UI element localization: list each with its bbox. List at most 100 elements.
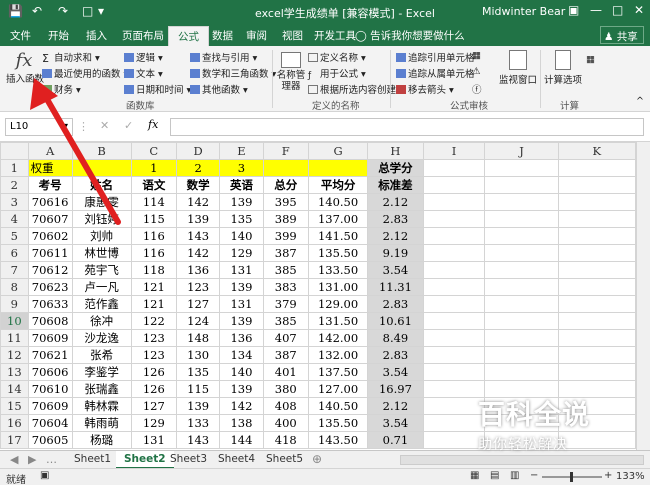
undo-icon[interactable]: ↶ [32,4,42,18]
sheet-tab-3[interactable]: Sheet3 [162,451,215,469]
cell[interactable]: 11.31 [367,278,424,296]
cell[interactable]: 3.54 [367,414,424,432]
cell[interactable]: 70621 [27,346,73,364]
ribbon-display-icon[interactable]: ▣ [568,3,579,17]
page-break-view-icon[interactable]: ▥ [510,470,519,481]
cell[interactable] [484,159,559,177]
cell[interactable]: 126 [130,380,177,398]
cell[interactable]: 139 [219,193,264,211]
cell[interactable]: 395 [262,193,309,211]
column-header[interactable]: C [130,142,177,160]
cell[interactable]: 总学分 [367,159,424,177]
cell[interactable]: 70623 [27,278,73,296]
column-header[interactable]: J [484,142,559,160]
cell[interactable]: 70616 [27,193,73,211]
error-check-icon[interactable]: ⚠ [472,66,481,77]
cell[interactable]: 387 [262,346,309,364]
cell[interactable] [484,227,559,245]
add-sheet-icon[interactable]: ⊕ [312,452,322,466]
row-header[interactable]: 15 [0,397,29,415]
sheet-tab-4[interactable]: Sheet4 [210,451,263,469]
row-header[interactable]: 13 [0,363,29,381]
cell[interactable]: 418 [262,431,309,449]
row-header[interactable]: 2 [0,176,29,194]
lookup-button[interactable]: 查找与引用 ▾ [190,50,257,64]
cell[interactable]: 沙龙逸 [71,329,132,347]
tab-view[interactable]: 视图 [282,28,303,43]
cell[interactable]: 127 [130,397,177,415]
cell[interactable] [557,346,636,364]
tab-formulas[interactable]: 公式 [168,26,209,46]
save-icon[interactable]: 💾 [8,4,23,18]
cell[interactable]: 70606 [27,363,73,381]
cell[interactable]: 118 [130,261,177,279]
cell[interactable]: 122 [130,312,177,330]
cell[interactable]: 114 [130,193,177,211]
cell[interactable]: 2 [175,159,221,177]
cell[interactable]: 134 [219,346,264,364]
cell[interactable] [557,363,636,381]
formula-input[interactable] [170,118,644,136]
watch-window-button[interactable]: 监视窗口 [498,50,538,86]
cell[interactable] [484,210,559,228]
cell[interactable]: 123 [130,346,177,364]
cell[interactable]: 127.00 [307,380,369,398]
cell[interactable]: 李鉴学 [71,363,132,381]
cell[interactable]: 70610 [27,380,73,398]
cell[interactable]: 康惠雯 [71,193,132,211]
cell[interactable]: 380 [262,380,309,398]
trace-precedents-button[interactable]: 追踪引用单元格 [396,50,475,64]
cell[interactable] [422,363,486,381]
cell[interactable] [422,346,486,364]
cell[interactable]: 385 [262,261,309,279]
tab-insert[interactable]: 插入 [86,28,107,43]
cell[interactable]: 2.83 [367,210,424,228]
cell[interactable]: 385 [262,312,309,330]
cell[interactable]: 张瑞鑫 [71,380,132,398]
cell[interactable] [557,159,636,177]
cell[interactable]: 70609 [27,397,73,415]
column-header[interactable]: F [262,142,309,160]
cell[interactable]: 132.00 [307,346,369,364]
cell[interactable]: 142.00 [307,329,369,347]
cell[interactable] [422,159,486,177]
evaluate-formula-icon[interactable]: ⓕ [472,82,482,96]
cell[interactable]: 9.19 [367,244,424,262]
cell[interactable]: 136 [219,329,264,347]
cell[interactable] [484,363,559,381]
cell[interactable] [422,278,486,296]
cell[interactable]: 135 [175,363,221,381]
cell[interactable]: 133 [175,414,221,432]
cell[interactable] [422,193,486,211]
cell[interactable]: 70609 [27,329,73,347]
cell[interactable] [484,193,559,211]
cell[interactable]: 平均分 [307,176,369,194]
cell[interactable]: 138 [219,414,264,432]
cell[interactable]: 韩雨萌 [71,414,132,432]
cell[interactable]: 129 [130,414,177,432]
autosum-button[interactable]: Σ 自动求和 ▾ [42,50,100,65]
cell[interactable] [484,329,559,347]
insert-function-button[interactable]: fx 插入函数 [6,50,44,85]
cell[interactable]: 144 [219,431,264,449]
use-in-formula-button[interactable]: ƒ 用于公式 ▾ [308,66,366,81]
sheet-tab-1[interactable]: Sheet1 [66,451,119,469]
text-button[interactable]: 文本 ▾ [124,66,163,80]
cell[interactable]: 140.50 [307,193,369,211]
cell[interactable]: 70605 [27,431,73,449]
recent-functions-button[interactable]: 最近使用的函数 ▾ [42,66,128,80]
cell[interactable] [484,278,559,296]
cell[interactable]: 126 [130,363,177,381]
remove-arrows-button[interactable]: 移去箭头 ▾ [396,82,454,96]
cell[interactable]: 8.49 [367,329,424,347]
select-all-corner[interactable] [0,142,29,160]
row-header[interactable]: 16 [0,414,29,432]
cancel-icon[interactable]: ✕ [100,119,109,132]
cell[interactable] [262,159,309,177]
cell[interactable]: 115 [175,380,221,398]
cell[interactable]: 139 [219,312,264,330]
cell[interactable] [422,295,486,313]
cell[interactable]: 姓名 [71,176,132,194]
cell[interactable]: 131 [219,261,264,279]
cell[interactable]: 刘钰婷 [71,210,132,228]
